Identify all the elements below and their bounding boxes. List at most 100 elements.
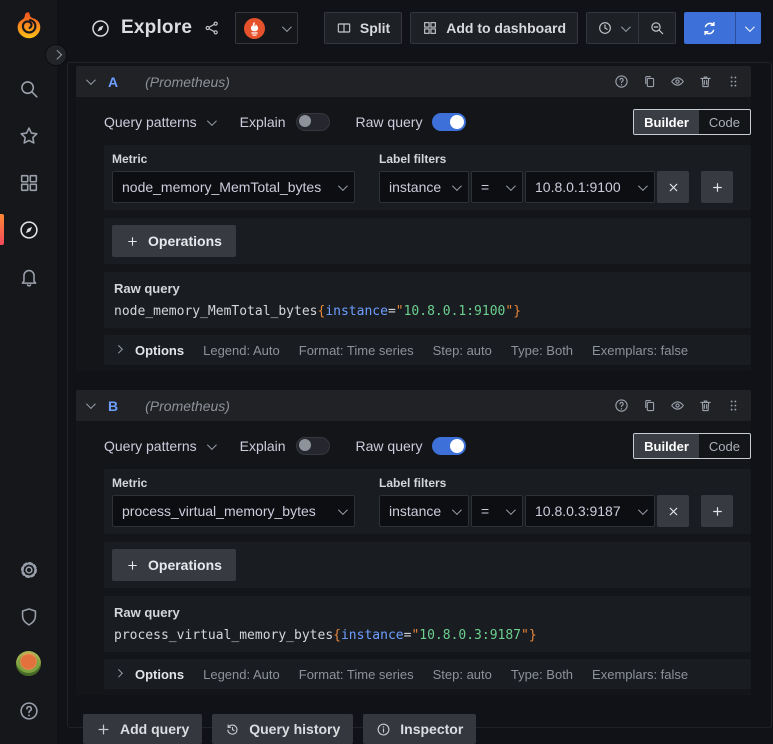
add-query-button[interactable]: Add query	[83, 714, 203, 744]
option-legend: Legend: Auto	[203, 666, 280, 682]
add-filter-button[interactable]	[701, 171, 733, 203]
trash-icon[interactable]	[698, 74, 713, 89]
options-row[interactable]: Options Legend: Auto Format: Time series…	[104, 335, 751, 365]
raw-query-toggle[interactable]	[432, 113, 467, 131]
filter-key-select[interactable]: instance	[379, 171, 469, 203]
option-step: Step: auto	[432, 342, 492, 358]
query-header-actions	[614, 398, 741, 413]
metric-select[interactable]: process_virtual_memory_bytes	[112, 495, 355, 527]
raw-query-toggle[interactable]	[432, 437, 467, 455]
filter-value-select[interactable]: 10.8.0.3:9187	[525, 495, 655, 527]
time-range-picker[interactable]	[587, 13, 638, 43]
copy-icon[interactable]	[642, 398, 657, 413]
plus-icon	[712, 506, 722, 516]
drag-handle-icon[interactable]	[726, 74, 741, 89]
filter-value: 10.8.0.1:9100	[535, 179, 621, 195]
explain-toggle[interactable]	[295, 113, 330, 131]
sidebar-item-settings[interactable]	[0, 546, 57, 593]
operations-label: Operations	[148, 557, 222, 573]
chevron-down-icon	[620, 21, 631, 32]
option-exemplars: Exemplars: false	[592, 666, 689, 682]
add-filter-button[interactable]	[701, 495, 733, 527]
builder-mode-option[interactable]: Builder	[634, 110, 699, 134]
compass-icon	[18, 219, 40, 241]
sidebar-item-explore[interactable]	[0, 206, 57, 253]
operations-block: Operations	[104, 218, 751, 264]
sidebar-expand-button[interactable]	[45, 44, 67, 66]
builder-mode-option[interactable]: Builder	[634, 434, 699, 458]
sidebar-item-dashboards[interactable]	[0, 159, 57, 206]
grafana-logo[interactable]	[14, 11, 44, 41]
query-ref-id[interactable]: B	[108, 398, 118, 414]
copy-icon[interactable]	[642, 74, 657, 89]
remove-filter-button[interactable]	[657, 171, 689, 203]
filter-operator-select[interactable]: =	[471, 171, 523, 203]
operations-label: Operations	[148, 233, 222, 249]
help-circle-icon[interactable]	[614, 74, 629, 89]
topbar: Explore Split Add to dashboard	[57, 0, 773, 56]
sidebar-item-help[interactable]	[0, 687, 57, 734]
add-to-dashboard-button[interactable]: Add to dashboard	[410, 12, 578, 44]
trash-icon[interactable]	[698, 398, 713, 413]
sidebar-item-starred[interactable]	[0, 112, 57, 159]
metric-select[interactable]: node_memory_MemTotal_bytes	[112, 171, 355, 203]
query-editor-toolbar: Query patterns Explain Raw query Builder…	[104, 431, 751, 461]
option-type: Type: Both	[510, 342, 574, 358]
topbar-actions: Split Add to dashboard	[323, 12, 761, 44]
code-mode-option[interactable]: Code	[699, 110, 750, 134]
query-history-button[interactable]: Query history	[212, 714, 354, 744]
help-circle-icon[interactable]	[614, 398, 629, 413]
operations-button[interactable]: Operations	[112, 225, 236, 257]
sidebar-item-alerting[interactable]	[0, 253, 57, 300]
raw-query-code: node_memory_MemTotal_bytes{instance="10.…	[114, 304, 522, 319]
query-header[interactable]: A (Prometheus)	[76, 66, 751, 97]
explore-pane: A (Prometheus) Query patterns Explain Ra…	[67, 62, 772, 744]
query-row-a: A (Prometheus) Query patterns Explain Ra…	[76, 66, 751, 371]
query-patterns-label: Query patterns	[104, 114, 197, 130]
star-icon	[18, 125, 40, 147]
filter-value-select[interactable]: 10.8.0.1:9100	[525, 171, 655, 203]
chevron-right-icon	[114, 669, 123, 678]
code-mode-option[interactable]: Code	[699, 434, 750, 458]
query-patterns-dropdown[interactable]: Query patterns	[104, 114, 217, 130]
raw-query-block: Raw query process_virtual_memory_bytes{i…	[104, 596, 751, 652]
apps-icon	[18, 172, 40, 194]
chevron-down-icon	[206, 115, 217, 126]
editor-mode-switch: Builder Code	[633, 433, 751, 459]
gear-icon	[18, 559, 40, 581]
refresh-interval-dropdown[interactable]	[735, 12, 761, 44]
refresh-button[interactable]	[684, 12, 735, 44]
time-controls	[586, 12, 676, 44]
remove-filter-button[interactable]	[657, 495, 689, 527]
sidebar-item-search[interactable]	[0, 65, 57, 112]
chevron-right-icon	[51, 49, 62, 60]
filter-key-select[interactable]: instance	[379, 495, 469, 527]
avatar	[16, 651, 41, 676]
add-query-label: Add query	[120, 721, 190, 737]
metric-label: Metric	[112, 152, 148, 166]
query-patterns-dropdown[interactable]: Query patterns	[104, 438, 217, 454]
explain-toggle[interactable]	[295, 437, 330, 455]
query-header[interactable]: B (Prometheus)	[76, 390, 751, 421]
plus-icon	[128, 560, 137, 570]
drag-handle-icon[interactable]	[726, 398, 741, 413]
operations-button[interactable]: Operations	[112, 549, 236, 581]
inspector-button[interactable]: Inspector	[363, 714, 477, 744]
prometheus-icon	[244, 17, 266, 39]
label-filters-field: Label filters instance =	[379, 476, 733, 527]
sidebar-item-profile[interactable]	[0, 640, 57, 687]
zoom-out-button[interactable]	[638, 13, 675, 43]
close-icon	[669, 507, 677, 515]
eye-icon[interactable]	[670, 398, 685, 413]
options-row[interactable]: Options Legend: Auto Format: Time series…	[104, 659, 751, 689]
sidebar-item-server-admin[interactable]	[0, 593, 57, 640]
operations-block: Operations	[104, 542, 751, 588]
explore-footer: Add query Query history Inspector	[83, 714, 751, 744]
filter-operator-select[interactable]: =	[471, 495, 523, 527]
split-button[interactable]: Split	[323, 12, 403, 44]
datasource-picker[interactable]	[235, 12, 299, 44]
query-ref-id[interactable]: A	[108, 74, 118, 90]
eye-icon[interactable]	[670, 74, 685, 89]
option-type: Type: Both	[510, 666, 574, 682]
share-icon[interactable]	[204, 20, 220, 36]
